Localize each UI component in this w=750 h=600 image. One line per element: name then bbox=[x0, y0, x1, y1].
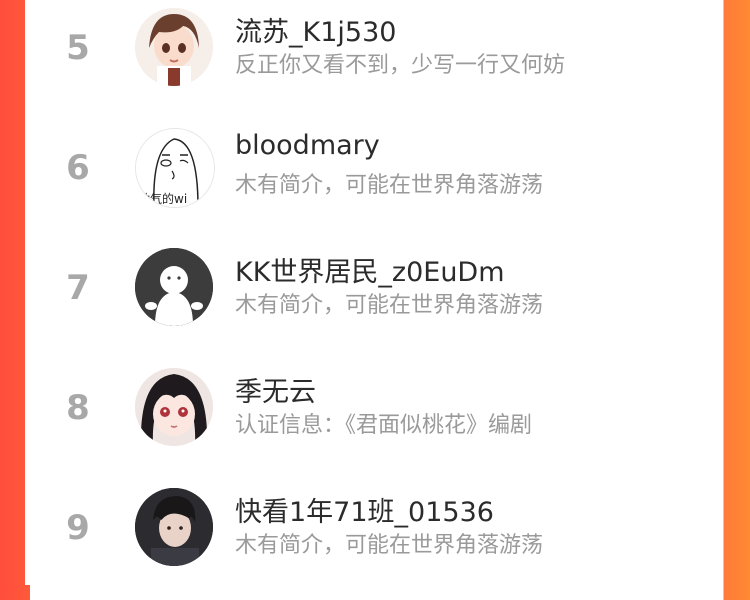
rank-number: 9 bbox=[66, 508, 90, 548]
user-name[interactable]: 流苏_K1j530 bbox=[235, 10, 396, 49]
avatar[interactable]: 动气的wi bbox=[135, 128, 215, 208]
ranking-list: 5 流苏_K1j530 反正你又看不到，少写一行又何妨 6 动气的wi bloo… bbox=[25, 0, 723, 585]
avatar[interactable] bbox=[135, 368, 213, 446]
rank-number: 5 bbox=[66, 28, 90, 68]
ranking-row[interactable]: 8 季无云 认证信息：《君面似桃花》编剧 bbox=[25, 360, 723, 480]
user-name[interactable]: 季无云 bbox=[235, 370, 316, 409]
rank-number: 6 bbox=[66, 148, 90, 188]
ranking-row[interactable]: 5 流苏_K1j530 反正你又看不到，少写一行又何妨 bbox=[25, 0, 723, 120]
user-description: 木有简介，可能在世界角落游荡 bbox=[235, 533, 544, 558]
anime-girl-avatar-icon bbox=[135, 8, 213, 86]
user-name[interactable]: bloodmary bbox=[235, 130, 380, 161]
avatar[interactable] bbox=[135, 248, 213, 326]
user-description: 木有简介，可能在世界角落游荡 bbox=[235, 293, 544, 318]
user-description: 认证信息：《君面似桃花》编剧 bbox=[235, 413, 533, 438]
ranking-row[interactable]: 9 快看1年71班_01536 木有简介，可能在世界角落游荡 bbox=[25, 480, 723, 600]
rank-number: 7 bbox=[66, 268, 90, 308]
photo-man-avatar-icon bbox=[135, 488, 213, 566]
avatar[interactable] bbox=[135, 8, 213, 86]
default-ghost-avatar-icon bbox=[135, 248, 213, 326]
ranking-row[interactable]: 7 KK世界居民_z0EuDm 木有简介，可能在世界角落游荡 bbox=[25, 240, 723, 360]
sketch-doodle-avatar-icon: 动气的wi bbox=[136, 129, 214, 207]
user-name[interactable]: 快看1年71班_01536 bbox=[235, 490, 494, 529]
user-description: 反正你又看不到，少写一行又何妨 bbox=[235, 53, 566, 78]
ranking-row[interactable]: 6 动气的wi bloodmary 木有简介，可能在世界角落游荡 bbox=[25, 120, 723, 240]
rank-number: 8 bbox=[66, 388, 90, 428]
user-name[interactable]: KK世界居民_z0EuDm bbox=[235, 250, 505, 289]
user-description: 木有简介，可能在世界角落游荡 bbox=[235, 173, 544, 198]
svg-text:动气的wi: 动气的wi bbox=[138, 191, 187, 206]
anime-boy-avatar-icon bbox=[135, 368, 213, 446]
avatar[interactable] bbox=[135, 488, 213, 566]
